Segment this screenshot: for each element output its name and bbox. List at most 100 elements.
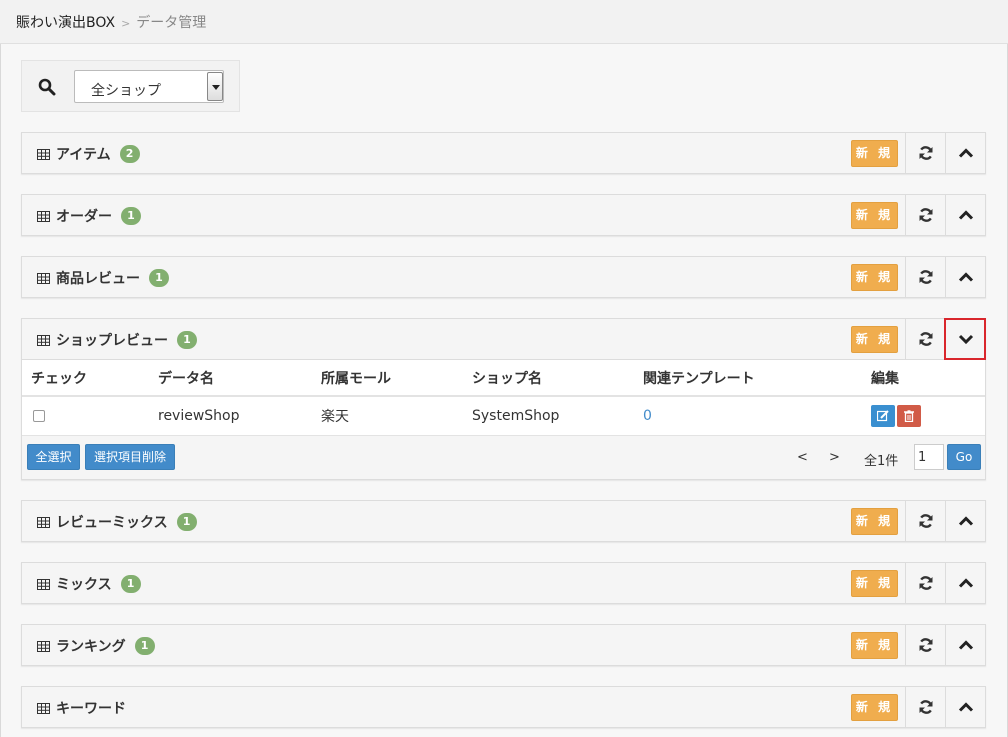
refresh-icon <box>919 514 932 528</box>
trash-icon <box>904 410 914 422</box>
row-checkbox[interactable] <box>33 409 45 422</box>
panel-title-label: オーダー <box>56 209 112 225</box>
refresh-button[interactable] <box>905 195 945 235</box>
new-button[interactable]: 新 規 <box>851 632 898 659</box>
collapse-button[interactable] <box>945 563 985 603</box>
panel-footer: 全選択 選択項目削除 < > 全1件 1 Go <box>22 435 985 479</box>
shop-select-value: 全ショップ <box>91 83 161 99</box>
row-checkbox-cell <box>22 396 149 436</box>
refresh-button[interactable] <box>905 133 945 173</box>
new-button[interactable]: 新 規 <box>851 326 898 353</box>
chevron-up-icon <box>958 148 973 158</box>
page-number-input[interactable]: 1 <box>914 443 944 470</box>
panel-body: チェック データ名 所属モール ショップ名 関連テンプレート 編集 review… <box>22 359 985 436</box>
table-icon <box>37 334 50 346</box>
template-count-link[interactable]: 0 <box>643 408 652 424</box>
search-icon <box>38 78 56 96</box>
table-header-row: チェック データ名 所属モール ショップ名 関連テンプレート 編集 <box>22 360 985 397</box>
panel-title: 商品レビュー 1 <box>37 268 169 288</box>
table-icon <box>37 578 50 590</box>
refresh-button[interactable] <box>905 625 945 665</box>
chevron-up-icon <box>958 272 973 282</box>
collapse-button[interactable] <box>945 257 985 297</box>
chevron-up-icon <box>958 516 973 526</box>
panel-mix: ミックス 1 新 規 <box>21 562 986 604</box>
panel-title-label: 商品レビュー <box>56 271 140 287</box>
new-button[interactable]: 新 規 <box>851 570 898 597</box>
refresh-button[interactable] <box>905 563 945 603</box>
collapse-button[interactable] <box>945 687 985 727</box>
chevron-down-icon <box>958 334 973 345</box>
count-badge: 1 <box>120 575 141 593</box>
shop-filter-bar: 全ショップ <box>21 60 240 112</box>
breadcrumb-home[interactable]: 賑わい演出BOX <box>16 15 115 31</box>
panel-title: オーダー 1 <box>37 206 141 226</box>
go-button[interactable]: Go <box>947 443 981 470</box>
shop-select[interactable]: 全ショップ <box>74 70 224 103</box>
chevron-up-icon <box>958 210 973 220</box>
next-page-link[interactable]: > <box>829 450 840 465</box>
select-all-button[interactable]: 全選択 <box>27 443 80 470</box>
count-badge: 2 <box>119 145 140 163</box>
table-icon <box>37 148 50 160</box>
table-icon <box>37 640 50 652</box>
new-button[interactable]: 新 規 <box>851 202 898 229</box>
refresh-button[interactable] <box>905 257 945 297</box>
count-badge: 1 <box>134 637 155 655</box>
column-header: 関連テンプレート <box>634 360 862 397</box>
new-button[interactable]: 新 規 <box>851 264 898 291</box>
refresh-button[interactable] <box>905 319 945 359</box>
delete-selected-button[interactable]: 選択項目削除 <box>85 443 175 470</box>
table-icon <box>37 516 50 528</box>
collapse-button[interactable] <box>945 195 985 235</box>
new-button[interactable]: 新 規 <box>851 694 898 721</box>
panel-title: キーワード <box>37 698 126 718</box>
column-header: 編集 <box>862 360 985 397</box>
mall-cell: 楽天 <box>312 396 463 436</box>
collapse-button[interactable] <box>945 625 985 665</box>
new-button[interactable]: 新 規 <box>851 140 898 167</box>
template-count-cell: 0 <box>634 396 862 436</box>
panel-title: ショップレビュー 1 <box>37 330 197 350</box>
breadcrumb: 賑わい演出BOX > データ管理 <box>0 0 1008 44</box>
column-header: ショップ名 <box>463 360 634 397</box>
delete-button[interactable] <box>897 404 921 427</box>
panel-title-label: ショップレビュー <box>56 333 168 349</box>
panel-header: アイテム 2 新 規 <box>22 133 985 173</box>
refresh-button[interactable] <box>905 501 945 541</box>
chevron-up-icon <box>958 702 973 712</box>
chevron-up-icon <box>958 640 973 650</box>
panel-title-label: ランキング <box>56 639 126 655</box>
data-table: チェック データ名 所属モール ショップ名 関連テンプレート 編集 review… <box>22 360 985 436</box>
refresh-icon <box>919 700 932 714</box>
shop-name-cell: SystemShop <box>463 396 634 436</box>
count-badge: 1 <box>176 513 197 531</box>
panel-title: レビューミックス 1 <box>37 512 197 532</box>
edit-button[interactable] <box>871 404 895 427</box>
table-icon <box>37 272 50 284</box>
refresh-icon <box>919 208 932 222</box>
panel-shop-review: ショップレビュー 1 新 規 チェック データ名 所属モール ショップ名 関連テン… <box>21 318 986 480</box>
count-badge: 1 <box>177 331 197 349</box>
panel-title: ミックス 1 <box>37 574 141 594</box>
column-header: データ名 <box>149 360 312 397</box>
refresh-icon <box>919 270 932 284</box>
panel-title-label: レビューミックス <box>56 515 168 531</box>
edit-icon <box>877 410 889 421</box>
panel-header: ランキング 1 新 規 <box>22 625 985 665</box>
chevron-down-icon[interactable] <box>207 72 223 101</box>
breadcrumb-separator-icon: > <box>121 17 131 30</box>
panel-header: ショップレビュー 1 新 規 <box>22 318 986 360</box>
collapse-button[interactable] <box>945 133 985 173</box>
panel-title-label: ミックス <box>56 577 112 593</box>
refresh-button[interactable] <box>905 687 945 727</box>
count-badge: 1 <box>149 269 169 287</box>
collapse-button[interactable] <box>945 501 985 541</box>
expand-button[interactable] <box>944 318 986 360</box>
panel-item: アイテム 2 新 規 <box>21 132 986 174</box>
panel-title: ランキング 1 <box>37 636 155 656</box>
prev-page-link[interactable]: < <box>797 450 808 465</box>
panel-keyword: キーワード 新 規 <box>21 686 986 728</box>
column-header: 所属モール <box>312 360 463 397</box>
new-button[interactable]: 新 規 <box>851 508 898 535</box>
